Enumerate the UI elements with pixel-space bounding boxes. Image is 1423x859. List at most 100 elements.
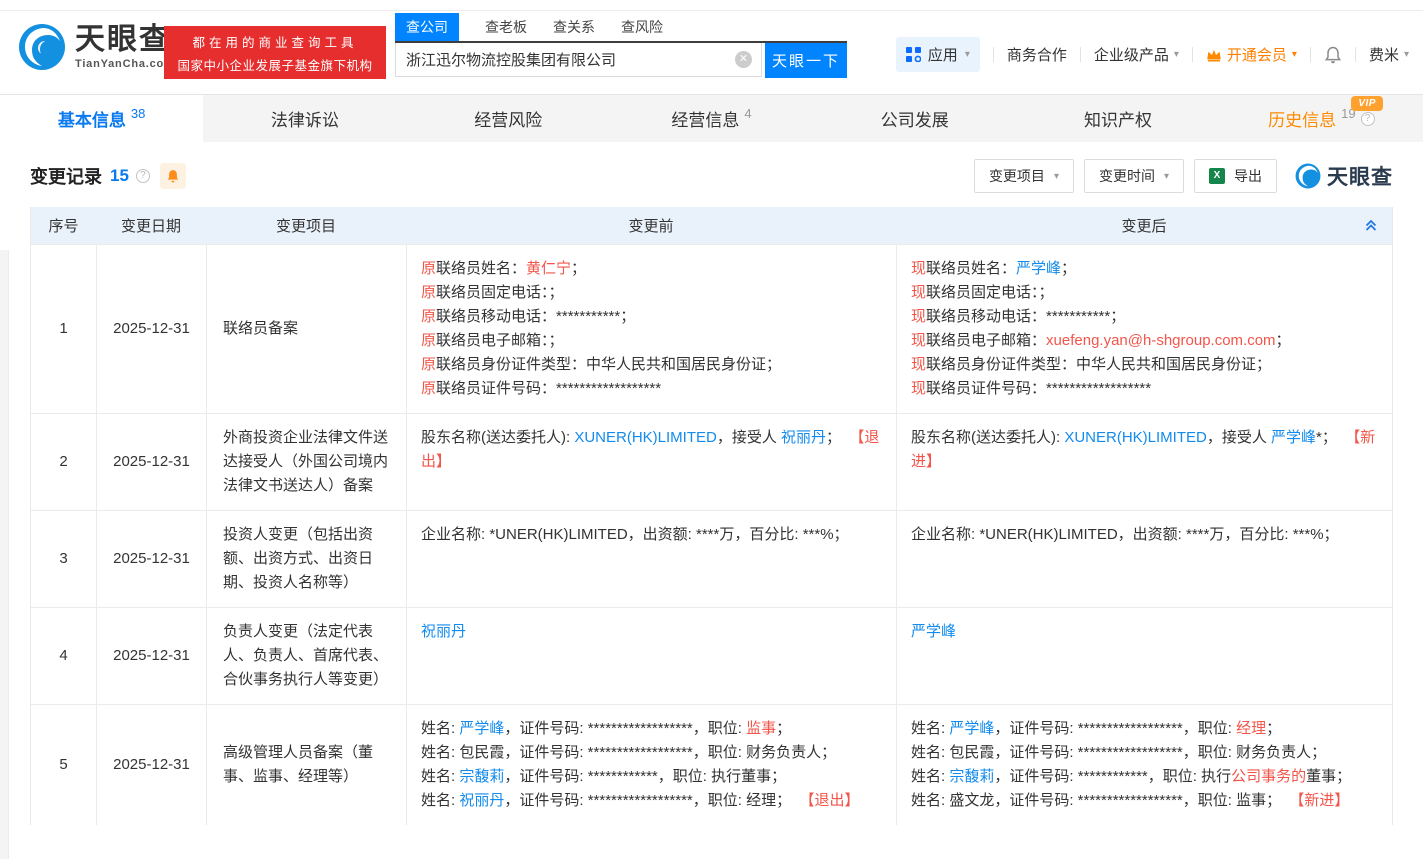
highlight-text: 现 — [911, 356, 926, 373]
entity-link[interactable]: 宗馥莉 — [949, 768, 994, 785]
search-input[interactable] — [395, 43, 762, 77]
apps-menu[interactable]: 应用 ▾ — [896, 37, 980, 72]
cell-date: 2025-12-31 — [96, 414, 206, 510]
user-menu[interactable]: 费米 ▾ — [1369, 44, 1409, 65]
chevron-down-icon: ▾ — [1054, 171, 1059, 182]
filter-change-time[interactable]: 变更时间 ▾ — [1084, 159, 1184, 193]
tab-历史信息[interactable]: 历史信息19?VIP — [1220, 95, 1423, 142]
text: 企业名称: *UNER(HK)LIMITED，出资额: ****万，百分比: *… — [421, 526, 849, 543]
text-line: 原联络员身份证件类型：中华人民共和国居民身份证； — [421, 353, 882, 377]
text: ，证件号码: ************，职位: 执行 — [994, 768, 1231, 785]
logo-swirl-icon — [18, 23, 66, 71]
collapse-icon[interactable] — [1363, 217, 1379, 237]
highlight-text: 监事 — [746, 720, 776, 737]
text-line: 姓名: 包民霞，证件号码: ******************，职位: 财务负… — [911, 741, 1378, 765]
entity-link[interactable]: 宗馥莉 — [459, 768, 504, 785]
entity-link[interactable]: XUNER(HK)LIMITED — [1064, 429, 1207, 446]
tab-经营信息[interactable]: 经营信息4 — [610, 95, 813, 142]
chevron-down-icon: ▾ — [1174, 49, 1179, 60]
cell-after: 现联络员姓名：严学峰；现联络员固定电话：；现联络员移动电话：**********… — [896, 245, 1392, 413]
tab-基本信息[interactable]: 基本信息38 — [0, 95, 203, 142]
entity-link[interactable]: 严学峰 — [459, 720, 504, 737]
text-line: 现联络员证件号码：****************** — [911, 377, 1378, 401]
top-divider — [0, 10, 1423, 11]
entity-link[interactable]: 严学峰 — [911, 623, 956, 640]
entity-link[interactable]: XUNER(HK)LIMITED — [574, 429, 717, 446]
text: 联络员移动电话：***********； — [436, 308, 635, 325]
entity-link[interactable]: 严学峰 — [1016, 260, 1061, 277]
text: 姓名: — [421, 720, 459, 737]
text-line: 股东名称(送达委托人): XUNER(HK)LIMITED，接受人 祝丽丹； 【… — [421, 426, 882, 474]
notifications-bell[interactable] — [1324, 46, 1342, 64]
clear-search-icon[interactable]: ✕ — [735, 51, 752, 68]
text: ； — [571, 260, 586, 277]
nav-enterprise-label: 企业级产品 — [1094, 44, 1169, 65]
export-button[interactable]: X 导出 — [1194, 159, 1277, 193]
help-icon[interactable]: ? — [136, 169, 150, 183]
text: 联络员移动电话：***********； — [926, 308, 1125, 325]
cell-before: 祝丽丹 — [406, 608, 896, 704]
watermark-text: 天眼查 — [1327, 161, 1393, 191]
watermark-logo: 天眼查 — [1295, 161, 1393, 191]
cell-item: 高级管理人员备案（董事、监事、经理等） — [206, 705, 406, 825]
cell-date: 2025-12-31 — [96, 608, 206, 704]
text: 联络员电子邮箱：； — [436, 332, 564, 349]
tab-公司发展[interactable]: 公司发展 — [813, 95, 1016, 142]
tab-法律诉讼[interactable]: 法律诉讼 — [203, 95, 406, 142]
change-item-text: 外商投资企业法律文件送达接受人（外国公司境内法律文书送达人）备案 — [223, 426, 390, 498]
text-line: 现联络员姓名：严学峰； — [911, 257, 1378, 281]
chevron-down-icon: ▾ — [1292, 49, 1297, 60]
entity-link[interactable]: 严学峰 — [949, 720, 994, 737]
table-row: 42025-12-31负责人变更（法定代表人、负责人、首席代表、合伙事务执行人等… — [31, 607, 1392, 704]
nav-open-vip[interactable]: 开通会员 ▾ — [1206, 44, 1297, 65]
tab-经营风险[interactable]: 经营风险 — [407, 95, 610, 142]
search-tab[interactable]: 查老板 — [485, 13, 527, 41]
section-count: 15 — [110, 166, 129, 186]
entity-link[interactable]: 祝丽丹 — [421, 623, 466, 640]
cell-after: 严学峰 — [896, 608, 1392, 704]
chevron-down-icon: ▾ — [1164, 171, 1169, 182]
entity-link[interactable]: 祝丽丹 — [459, 792, 504, 809]
tab-label: 法律诉讼 — [271, 106, 339, 131]
highlight-text: 原 — [421, 260, 436, 277]
text-line: 企业名称: *UNER(HK)LIMITED，出资额: ****万，百分比: *… — [911, 523, 1378, 547]
entity-link[interactable]: 祝丽丹 — [781, 429, 826, 446]
bell-icon — [1324, 46, 1342, 64]
highlight-text: 原 — [421, 284, 436, 301]
text-line: 姓名: 祝丽丹，证件号码: ******************，职位: 经理；… — [421, 789, 882, 813]
text-line: 企业名称: *UNER(HK)LIMITED，出资额: ****万，百分比: *… — [421, 523, 882, 547]
subscribe-bell-button[interactable] — [160, 163, 186, 189]
divider — [1080, 47, 1081, 62]
nav-enterprise[interactable]: 企业级产品 ▾ — [1094, 44, 1179, 65]
help-icon[interactable]: ? — [1361, 112, 1375, 126]
nav-biz-coop[interactable]: 商务合作 — [1007, 44, 1067, 65]
search-tab[interactable]: 查关系 — [553, 13, 595, 41]
text-line: 姓名: 宗馥莉，证件号码: ************，职位: 执行董事； — [421, 765, 882, 789]
search-tab[interactable]: 查公司 — [395, 13, 459, 41]
text: 姓名: 包民霞，证件号码: ******************，职位: 财务负… — [421, 744, 836, 761]
filter-change-item[interactable]: 变更项目 ▾ — [974, 159, 1074, 193]
nav-open-vip-label: 开通会员 — [1227, 44, 1287, 65]
tab-知识产权[interactable]: 知识产权 — [1016, 95, 1219, 142]
excel-icon: X — [1209, 168, 1225, 184]
text-line: 姓名: 宗馥莉，证件号码: ************，职位: 执行公司事务的董事… — [911, 765, 1378, 789]
text-line: 现联络员身份证件类型：中华人民共和国居民身份证； — [911, 353, 1378, 377]
col-header-date: 变更日期 — [96, 215, 206, 236]
search-button[interactable]: 天眼一下 — [765, 43, 847, 78]
search-tab[interactable]: 查风险 — [621, 13, 663, 41]
text: 姓名: — [911, 768, 949, 785]
tab-label: 经营信息 — [671, 106, 739, 131]
highlight-text: 现 — [911, 380, 926, 397]
highlight-text: 【退出】 — [799, 792, 859, 809]
company-tabs: 基本信息38 法律诉讼 经营风险经营信息4公司发展知识产权历史信息19?VIP — [0, 94, 1423, 142]
text: 联络员证件号码：****************** — [926, 380, 1151, 397]
cell-no: 5 — [31, 705, 96, 825]
tianyancha-logo[interactable]: 天眼查 TianYanCha.com — [18, 23, 175, 71]
text: 联络员身份证件类型：中华人民共和国居民身份证； — [926, 356, 1271, 373]
highlight-text: 现 — [911, 332, 926, 349]
left-page-strip — [0, 250, 9, 859]
entity-link[interactable]: 严学峰 — [1271, 429, 1316, 446]
cell-before: 股东名称(送达委托人): XUNER(HK)LIMITED，接受人 祝丽丹； 【… — [406, 414, 896, 510]
col-header-after: 变更后 — [896, 215, 1392, 236]
divider — [993, 47, 994, 62]
